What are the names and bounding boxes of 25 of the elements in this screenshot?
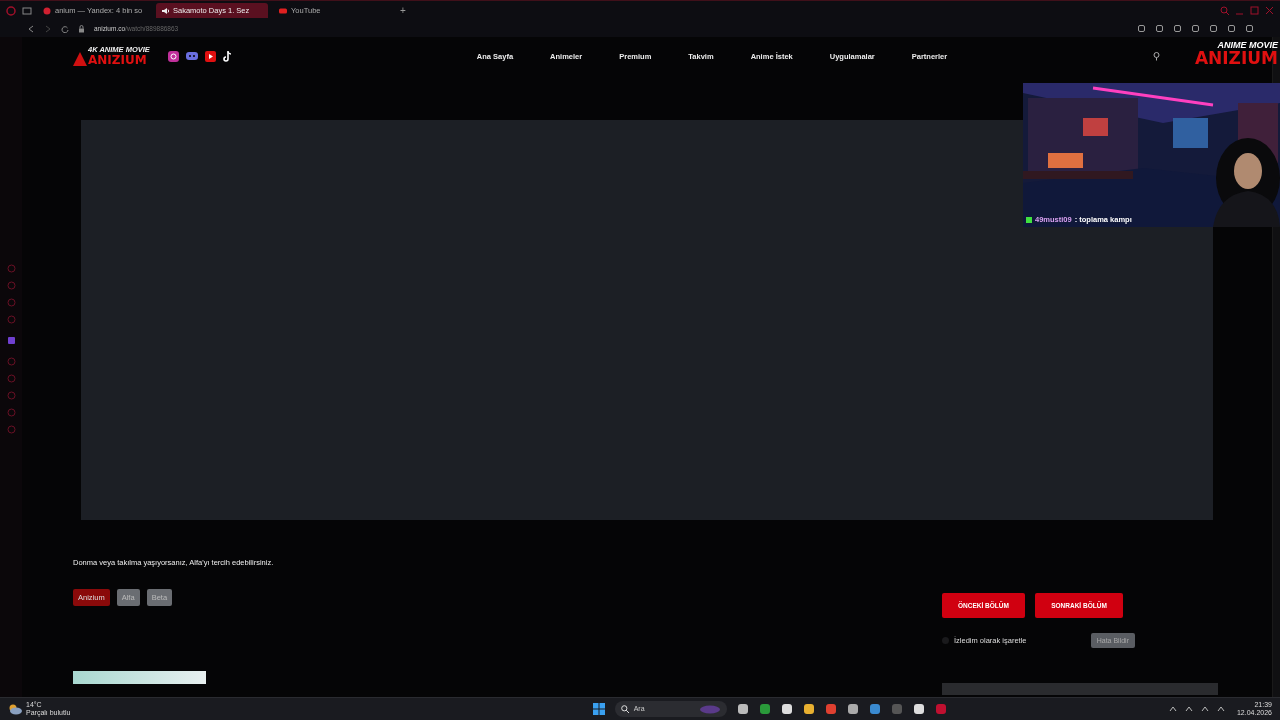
kick-icon <box>1026 216 1032 223</box>
youtube-icon[interactable] <box>204 50 216 62</box>
twitch-icon[interactable] <box>6 336 16 345</box>
tab-sidebar-icon[interactable] <box>22 5 32 16</box>
search-highlight-icon <box>698 704 721 714</box>
back-icon[interactable] <box>27 24 35 33</box>
lock-icon <box>78 24 85 33</box>
logo-triangle-icon <box>73 51 87 66</box>
speaker-icon <box>161 6 169 15</box>
search-icon[interactable] <box>1220 6 1229 15</box>
site-icon <box>43 6 51 15</box>
site-icon <box>279 6 287 15</box>
search-icon <box>620 705 629 713</box>
tiktok-icon[interactable] <box>222 50 232 62</box>
lightbulb-icon[interactable] <box>1153 51 1160 61</box>
instagram-icon[interactable] <box>167 50 179 62</box>
chevron-up-icon[interactable] <box>1168 705 1177 713</box>
reload-icon[interactable] <box>61 24 69 33</box>
stream-logo: ANIME MOVIE ANIZIUM <box>1194 41 1278 67</box>
thumbnail[interactable] <box>73 671 206 684</box>
discord-icon[interactable] <box>185 51 198 61</box>
new-tab-button[interactable]: + <box>400 5 406 16</box>
start-icon[interactable] <box>592 703 605 715</box>
weather-icon <box>8 703 22 715</box>
close-icon[interactable] <box>1265 6 1274 15</box>
